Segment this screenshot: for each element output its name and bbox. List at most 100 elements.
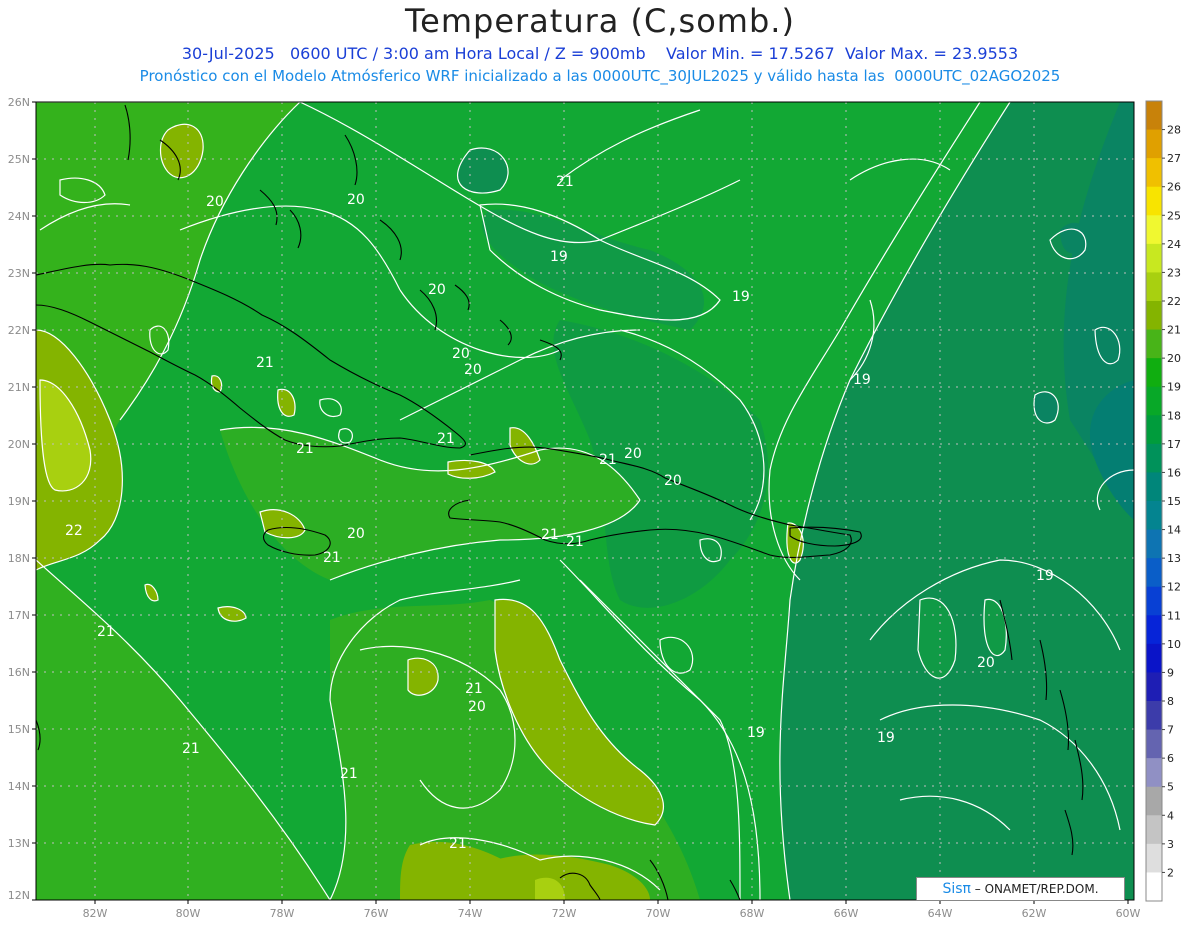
weather-map: 22 21 21 21 21 21 21 21 21 21 21 21 21 2…: [8, 96, 1181, 920]
colorbar-label: 28: [1167, 124, 1181, 137]
lat-label: 17N: [8, 609, 30, 622]
contour-label: 21: [465, 681, 483, 697]
colorbar-swatch: [1146, 701, 1162, 731]
lat-label: 21N: [8, 381, 30, 394]
credit-box: Sisπ – ONAMET/REP.DOM.: [916, 877, 1125, 901]
colorbar-swatch: [1146, 301, 1162, 331]
colorbar-label: 5: [1167, 781, 1174, 794]
contour-label: 21: [449, 836, 467, 852]
contour-label: 20: [664, 473, 682, 489]
lon-label: 82W: [83, 907, 108, 920]
contour-label: 21: [256, 355, 274, 371]
colorbar-swatch: [1146, 443, 1162, 473]
lat-label: 24N: [8, 210, 30, 223]
colorbar-label: 21: [1167, 324, 1181, 337]
colorbar-swatch: [1146, 129, 1162, 159]
colorbar-swatch: [1146, 215, 1162, 245]
contour-label: 22: [65, 523, 83, 539]
lat-label: 25N: [8, 153, 30, 166]
latitude-ticks: [32, 101, 36, 901]
colorbar-label: 25: [1167, 209, 1181, 222]
contour-label: 21: [556, 174, 574, 190]
colorbar-label: 8: [1167, 695, 1174, 708]
lon-label: 80W: [176, 907, 201, 920]
colorbar-label: 10: [1167, 638, 1181, 651]
colorbar-label: 15: [1167, 495, 1181, 508]
colorbar-swatch: [1146, 872, 1162, 902]
colorbar-swatch: [1146, 386, 1162, 416]
colorbar-swatch: [1146, 358, 1162, 388]
contour-label: 19: [747, 725, 765, 741]
colorbar-label: 14: [1167, 524, 1181, 537]
contour-label: 21: [437, 431, 455, 447]
contour-label: 21: [566, 534, 584, 550]
colorbar: 2827262524232221201918171615141312111098…: [1145, 100, 1181, 902]
lat-label: 20N: [8, 438, 30, 451]
lon-label: 74W: [458, 907, 483, 920]
contour-label: 21: [97, 624, 115, 640]
lat-label: 12N: [8, 889, 30, 902]
colorbar-label: 19: [1167, 381, 1181, 394]
colorbar-label: 22: [1167, 295, 1181, 308]
colorbar-label: 20: [1167, 352, 1181, 365]
colorbar-swatch: [1146, 501, 1162, 531]
colorbar-label: 2: [1167, 866, 1174, 879]
lat-label: 23N: [8, 267, 30, 280]
lat-label: 16N: [8, 666, 30, 679]
colorbar-swatch: [1146, 186, 1162, 216]
colorbar-label: 26: [1167, 181, 1181, 194]
lon-label: 62W: [1022, 907, 1047, 920]
colorbar-swatch: [1146, 815, 1162, 845]
colorbar-label: 17: [1167, 438, 1181, 451]
lon-label: 68W: [740, 907, 765, 920]
colorbar-swatch: [1146, 729, 1162, 759]
contour-label: 19: [732, 289, 750, 305]
contour-label: 20: [347, 526, 365, 542]
colorbar-swatch: [1146, 529, 1162, 559]
contour-label: 20: [464, 362, 482, 378]
contour-label: 21: [541, 527, 559, 543]
colorbar-swatch: [1146, 101, 1162, 131]
lat-label: 15N: [8, 723, 30, 736]
lon-label: 60W: [1116, 907, 1141, 920]
contour-label: 20: [977, 655, 995, 671]
colorbar-label: 6: [1167, 752, 1174, 765]
lon-label: 72W: [552, 907, 577, 920]
lat-label: 14N: [8, 780, 30, 793]
colorbar-swatch: [1146, 272, 1162, 302]
colorbar-label: 13: [1167, 552, 1181, 565]
colorbar-swatch: [1146, 472, 1162, 502]
contour-label: 19: [877, 730, 895, 746]
colorbar-swatch: [1146, 786, 1162, 816]
colorbar-swatch: [1146, 243, 1162, 273]
contour-label: 20: [624, 446, 642, 462]
sispi-logo: Sisπ: [942, 881, 971, 897]
colorbar-label: 4: [1167, 809, 1174, 822]
contour-label: 21: [182, 741, 200, 757]
longitude-labels: 82W 80W 78W 76W 74W 72W 70W 68W 66W 64W …: [83, 907, 1141, 920]
lon-label: 64W: [928, 907, 953, 920]
lat-label: 13N: [8, 837, 30, 850]
contour-label: 20: [452, 346, 470, 362]
colorbar-swatch: [1146, 329, 1162, 359]
contour-label: 20: [206, 194, 224, 210]
contour-label: 19: [1036, 568, 1054, 584]
credit-text: – ONAMET/REP.DOM.: [970, 882, 1099, 896]
contour-label: 20: [428, 282, 446, 298]
contour-label: 19: [853, 372, 871, 388]
contour-label: 19: [550, 249, 568, 265]
contour-label: 20: [468, 699, 486, 715]
colorbar-label: 18: [1167, 409, 1181, 422]
colorbar-label: 3: [1167, 838, 1174, 851]
lat-label: 22N: [8, 324, 30, 337]
contour-label: 21: [323, 550, 341, 566]
lat-label: 18N: [8, 552, 30, 565]
colorbar-swatch: [1146, 158, 1162, 188]
colorbar-label: 27: [1167, 152, 1181, 165]
colorbar-label: 23: [1167, 266, 1181, 279]
colorbar-swatch: [1146, 615, 1162, 645]
colorbar-swatch: [1146, 643, 1162, 673]
colorbar-label: 11: [1167, 609, 1181, 622]
colorbar-label: 7: [1167, 724, 1174, 737]
lon-label: 78W: [270, 907, 295, 920]
